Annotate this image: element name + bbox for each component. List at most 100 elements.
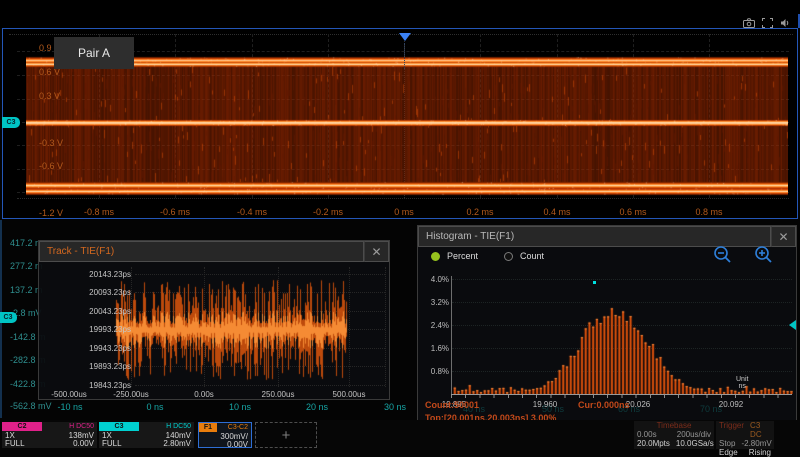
histogram-unit-label: Unit ns — [736, 376, 748, 390]
histogram-dialog: Histogram - TIE(F1) ✕ Percent Count 4.0%… — [417, 225, 797, 428]
channel-offset: 0.00V — [227, 441, 248, 449]
track-y-label: 19993.23ps — [73, 325, 131, 334]
track-y-label: 19893.23ps — [73, 362, 131, 371]
sample-rate: 10.0GSa/s — [676, 439, 714, 448]
channel-row: FULL 2.80mV — [99, 440, 194, 448]
track-dialog-close-icon[interactable]: ✕ — [364, 241, 389, 262]
channel-descriptor-c2[interactable]: C2H DC501X138mVFULL0.00V — [2, 422, 97, 448]
histogram-y-label: 2.4% — [421, 321, 449, 330]
radio-percent[interactable]: Percent — [431, 251, 478, 261]
time-label: 0.2 ms — [466, 207, 493, 217]
voltage-label: 0.3 V — [39, 91, 60, 101]
channel-coupling: C3-C2 — [217, 423, 251, 432]
trigger-slope: Rising — [749, 448, 771, 457]
trigger-type: Edge — [719, 448, 738, 457]
zoom-voltage-label: -562.8 mV — [10, 401, 52, 411]
histogram-x-axis — [451, 394, 792, 398]
radio-percent-dot[interactable] — [431, 252, 440, 261]
track-x-label: -500.00us — [51, 390, 87, 399]
track-x-label: 0.00s — [194, 390, 214, 399]
channel-offset: 0.00V — [73, 440, 94, 448]
channel-descriptor-f1[interactable]: F1C3-C2300mV/0.00V — [198, 422, 252, 448]
timebase-scale: 200us/div — [677, 430, 711, 439]
voltage-label: -1.2 V — [39, 208, 63, 218]
top-menu-bar — [0, 0, 800, 28]
histogram-x-label: 20.092 — [719, 400, 743, 409]
track-y-label: 20093.23ps — [73, 288, 131, 297]
channel-tag-f1: F1 — [199, 423, 217, 432]
status-bar: C2H DC501X138mVFULL0.00VC3H DC501X140mVF… — [0, 420, 800, 450]
screen-region-icon[interactable] — [762, 18, 773, 28]
histogram-y-label: 3.2% — [421, 298, 449, 307]
channel-header: C2H DC50 — [2, 422, 97, 431]
zoom-time-label-dim: 70 ns — [700, 404, 722, 414]
zoom-time-label: 10 ns — [229, 402, 251, 412]
track-dialog: Track - TIE(F1) ✕ 20143.23ps 20093.23ps 20… — [38, 240, 390, 400]
histogram-y-label: 4.0% — [421, 275, 449, 284]
c3-offset-marker[interactable]: C3 — [2, 117, 20, 128]
track-x-label: 500.00us — [333, 390, 366, 399]
unit-ns: ns — [739, 383, 746, 390]
channel-header: C3H DC50 — [99, 422, 194, 431]
trigger-source: C3 DC — [750, 421, 771, 439]
time-label: -0.2 ms — [313, 207, 343, 217]
time-label: -0.6 ms — [160, 207, 190, 217]
radio-percent-label: Percent — [447, 251, 478, 261]
histogram-cursor-stat: Cur:0.000ns — [578, 400, 630, 410]
channel-bandwidth: FULL — [102, 440, 122, 448]
histogram-side-marker[interactable] — [789, 320, 796, 330]
voltage-label: -0.3 V — [39, 138, 63, 148]
time-label: 0 ms — [394, 207, 414, 217]
radio-count-dot[interactable] — [504, 252, 513, 261]
track-y-label: 20143.23ps — [73, 270, 131, 279]
channel-descriptor-c3[interactable]: C3H DC501X140mVFULL2.80mV — [99, 422, 194, 448]
channel-offset: 2.80mV — [163, 440, 191, 448]
track-x-label: 250.00us — [262, 390, 295, 399]
channel-coupling: H DC50 — [42, 422, 97, 431]
histogram-dialog-titlebar[interactable]: Histogram - TIE(F1) ✕ — [418, 226, 796, 247]
time-label: -0.4 ms — [237, 207, 267, 217]
track-y-label: 20043.23ps — [73, 307, 131, 316]
trigger-status: Stop — [719, 439, 735, 448]
histogram-cursor-mark — [593, 281, 596, 284]
timebase-descriptor[interactable]: Timebase 0.00s 200us/div 20.0Mpts 10.0GSa/… — [634, 421, 714, 449]
time-label: 0.8 ms — [695, 207, 722, 217]
track-y-label: 19943.23ps — [73, 344, 131, 353]
unit-word: Unit — [736, 376, 748, 383]
channel-header: F1C3-C2 — [199, 423, 251, 432]
time-label: -0.8 ms — [84, 207, 114, 217]
voltage-label: -0.6 V — [39, 161, 63, 171]
channel-row: 0.00V — [199, 441, 251, 449]
zoom-time-label: 0 ns — [146, 402, 163, 412]
timebase-header: Timebase — [657, 421, 692, 430]
trigger-position-marker[interactable] — [399, 33, 411, 47]
histogram-y-label: 0.8% — [421, 367, 449, 376]
track-x-label: -250.00us — [113, 390, 149, 399]
main-waveform-window[interactable]: 0.9 V0.6 V0.3 V-0.3 V-0.6 V-1.2 V -0.8 m… — [2, 28, 798, 219]
pair-a-waveform-plot[interactable] — [26, 34, 788, 219]
histogram-y-label: 1.6% — [421, 344, 449, 353]
trigger-header: Trigger — [719, 421, 744, 439]
radio-count[interactable]: Count — [504, 251, 544, 261]
add-channel-placeholder[interactable]: + — [255, 422, 317, 448]
channel-tag-c2: C2 — [2, 422, 42, 431]
trigger-position-line — [404, 43, 405, 69]
timebase-points: 20.0Mpts — [637, 439, 670, 448]
camera-icon[interactable] — [743, 18, 755, 28]
zoom-time-label: -10 ns — [57, 402, 82, 412]
track-dialog-title[interactable]: Track - TIE(F1) — [39, 241, 364, 262]
histogram-count-stat: Count:50001 — [425, 400, 479, 410]
zoom-in-icon[interactable] — [752, 244, 776, 268]
timebase-delay: 0.00s — [637, 430, 657, 439]
track-y-label: 19843.23ps — [73, 381, 131, 390]
trigger-level: -2.80mV — [741, 439, 771, 448]
zoom-out-icon[interactable] — [711, 244, 735, 268]
track-dialog-titlebar[interactable]: Track - TIE(F1) ✕ — [39, 241, 389, 262]
time-label: 0.4 ms — [543, 207, 570, 217]
zoom-time-label: 30 ns — [384, 402, 406, 412]
trigger-descriptor[interactable]: TriggerC3 DC Stop-2.80mV EdgeRising — [716, 421, 774, 449]
time-label: 0.6 ms — [619, 207, 646, 217]
c3-zoom-offset-marker[interactable]: C3 — [0, 312, 17, 323]
sound-icon[interactable] — [780, 18, 790, 28]
channel-bandwidth: FULL — [5, 440, 25, 448]
